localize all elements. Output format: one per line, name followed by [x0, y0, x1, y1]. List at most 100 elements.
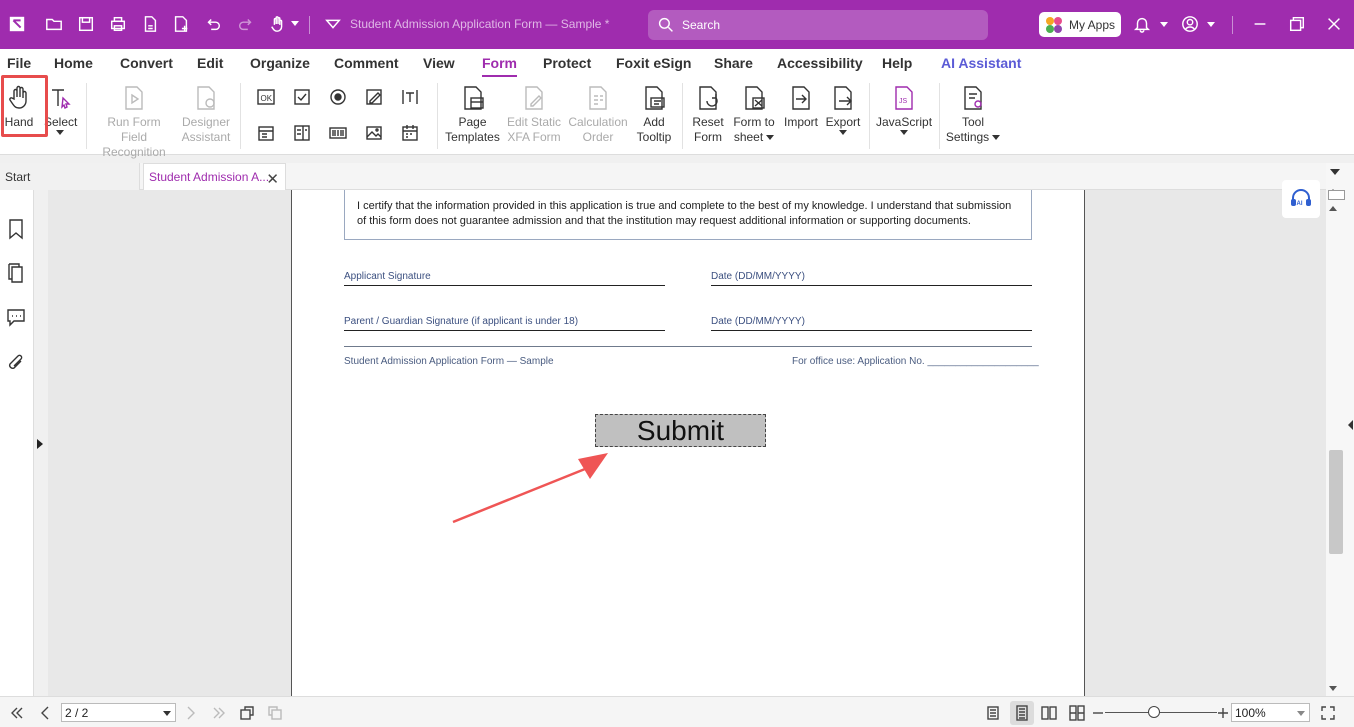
zoom-slider-knob[interactable]: [1148, 706, 1161, 718]
combo-box-field-icon[interactable]: [256, 123, 276, 143]
menu-organize[interactable]: Organize: [250, 55, 310, 71]
applicant-signature-field[interactable]: Applicant Signature: [344, 271, 665, 286]
tool-settings-icon: [964, 86, 982, 110]
import-button[interactable]: Import: [782, 81, 820, 130]
menu-ai-assistant[interactable]: AI Assistant: [941, 55, 1021, 71]
previous-view-icon[interactable]: [239, 705, 255, 721]
restore-icon[interactable]: [1287, 14, 1307, 34]
signature-field-icon[interactable]: [364, 87, 384, 107]
hand-tool-icon[interactable]: [268, 14, 288, 34]
split-view-icon[interactable]: [1328, 190, 1345, 200]
menu-form[interactable]: Form: [482, 55, 517, 77]
text-field-icon[interactable]: [400, 87, 420, 107]
add-tooltip-label-1: Add: [643, 115, 665, 129]
menu-protect[interactable]: Protect: [543, 55, 591, 71]
expand-panel-icon[interactable]: [37, 439, 43, 449]
zoom-out-icon[interactable]: [1090, 705, 1106, 721]
menu-help[interactable]: Help: [882, 55, 912, 71]
edit-static-xfa-form-button[interactable]: Edit Static XFA Form: [505, 81, 563, 145]
two-page-view-icon[interactable]: [1041, 705, 1057, 721]
page-templates-button[interactable]: Page Templates: [445, 81, 500, 145]
export-button[interactable]: Export: [824, 81, 862, 135]
scroll-down-icon[interactable]: [1329, 686, 1337, 691]
create-pdf-icon[interactable]: [140, 14, 160, 34]
menu-comment[interactable]: Comment: [334, 55, 399, 71]
date-field-2[interactable]: Date (DD/MM/YYYY): [711, 316, 1032, 331]
next-page-icon[interactable]: [183, 705, 199, 721]
image-field-icon[interactable]: [364, 123, 384, 143]
tool-settings-button[interactable]: Tool Settings: [945, 81, 1001, 145]
save-icon[interactable]: [76, 14, 96, 34]
chevron-down-icon[interactable]: [1330, 169, 1340, 175]
zoom-in-icon[interactable]: [1215, 705, 1231, 721]
minimize-icon[interactable]: [1250, 14, 1270, 34]
chevron-down-icon: [839, 130, 847, 135]
quick-access-dropdown-icon[interactable]: [323, 14, 343, 34]
reset-form-button[interactable]: Reset Form: [690, 81, 726, 145]
menu-accessibility[interactable]: Accessibility: [777, 55, 863, 71]
collapse-right-panel-icon[interactable]: [1348, 420, 1353, 430]
foxit-logo-icon[interactable]: [7, 14, 27, 34]
page-number-select[interactable]: 2 / 2: [61, 703, 176, 722]
menu-share[interactable]: Share: [714, 55, 753, 71]
date-field-icon[interactable]: [400, 123, 420, 143]
scroll-up-icon[interactable]: [1329, 206, 1337, 211]
comments-icon[interactable]: [5, 305, 27, 329]
pages-icon[interactable]: [5, 261, 27, 285]
list-box-field-icon[interactable]: [292, 123, 312, 143]
add-tooltip-button[interactable]: Add Tooltip: [632, 81, 676, 145]
designer-assistant-button[interactable]: Designer Assistant: [180, 81, 232, 145]
form-to-sheet-button[interactable]: Form to sheet: [731, 81, 777, 145]
calculation-order-button[interactable]: Calculation Order: [567, 81, 629, 145]
undo-icon[interactable]: [203, 14, 223, 34]
menu-view[interactable]: View: [423, 55, 455, 71]
fullscreen-icon[interactable]: [1320, 705, 1336, 721]
bell-icon[interactable]: [1132, 14, 1152, 34]
attachment-icon[interactable]: [5, 351, 27, 375]
submit-button[interactable]: Submit: [595, 414, 766, 447]
continuous-page-view-icon[interactable]: [1014, 705, 1030, 721]
chevron-down-icon[interactable]: [291, 21, 299, 26]
select-button[interactable]: Select: [44, 81, 77, 135]
scrollbar-thumb[interactable]: [1329, 450, 1343, 554]
ai-assistant-button[interactable]: AI: [1282, 180, 1320, 218]
checkbox-field-icon[interactable]: [292, 87, 312, 107]
next-view-icon[interactable]: [267, 705, 283, 721]
parent-signature-field[interactable]: Parent / Guardian Signature (if applican…: [344, 316, 665, 331]
last-page-icon[interactable]: [211, 705, 227, 721]
vertical-scrollbar[interactable]: [1326, 163, 1354, 696]
barcode-field-icon[interactable]: [328, 123, 348, 143]
ai-headset-icon: AI: [1291, 189, 1311, 207]
chevron-down-icon[interactable]: [1207, 22, 1215, 27]
new-doc-icon[interactable]: [171, 14, 191, 34]
run-form-field-recognition-button[interactable]: Run Form Field Recognition: [93, 81, 175, 160]
menu-foxit-esign[interactable]: Foxit eSign: [616, 55, 691, 71]
bookmark-icon[interactable]: [5, 217, 27, 241]
javascript-icon: JS: [895, 86, 913, 110]
chevron-down-icon[interactable]: [1160, 22, 1168, 27]
close-tab-icon[interactable]: ✕: [266, 170, 279, 188]
my-apps-button[interactable]: My Apps: [1039, 12, 1121, 37]
zoom-select[interactable]: 100%: [1231, 703, 1310, 722]
javascript-button[interactable]: JS JavaScript: [876, 81, 932, 135]
print-icon[interactable]: [108, 14, 128, 34]
tab-document[interactable]: Student Admission A... ✕: [143, 163, 286, 190]
radio-button-field-icon[interactable]: [328, 87, 348, 107]
zoom-slider-track[interactable]: [1105, 712, 1217, 713]
account-icon[interactable]: [1180, 14, 1200, 34]
single-page-view-icon[interactable]: [985, 705, 1001, 721]
first-page-icon[interactable]: [9, 705, 25, 721]
open-icon[interactable]: [44, 14, 64, 34]
menu-convert[interactable]: Convert: [120, 55, 173, 71]
redo-icon[interactable]: [236, 14, 256, 34]
menu-home[interactable]: Home: [54, 55, 93, 71]
previous-page-icon[interactable]: [37, 705, 53, 721]
menu-file[interactable]: File: [7, 55, 31, 71]
tab-start[interactable]: Start: [0, 163, 140, 190]
search-box[interactable]: Search: [648, 10, 988, 40]
two-page-continuous-view-icon[interactable]: [1069, 705, 1085, 721]
date-field-1[interactable]: Date (DD/MM/YYYY): [711, 271, 1032, 286]
menu-edit[interactable]: Edit: [197, 55, 223, 71]
close-icon[interactable]: [1324, 14, 1344, 34]
push-button-field-icon[interactable]: OK: [256, 87, 276, 107]
